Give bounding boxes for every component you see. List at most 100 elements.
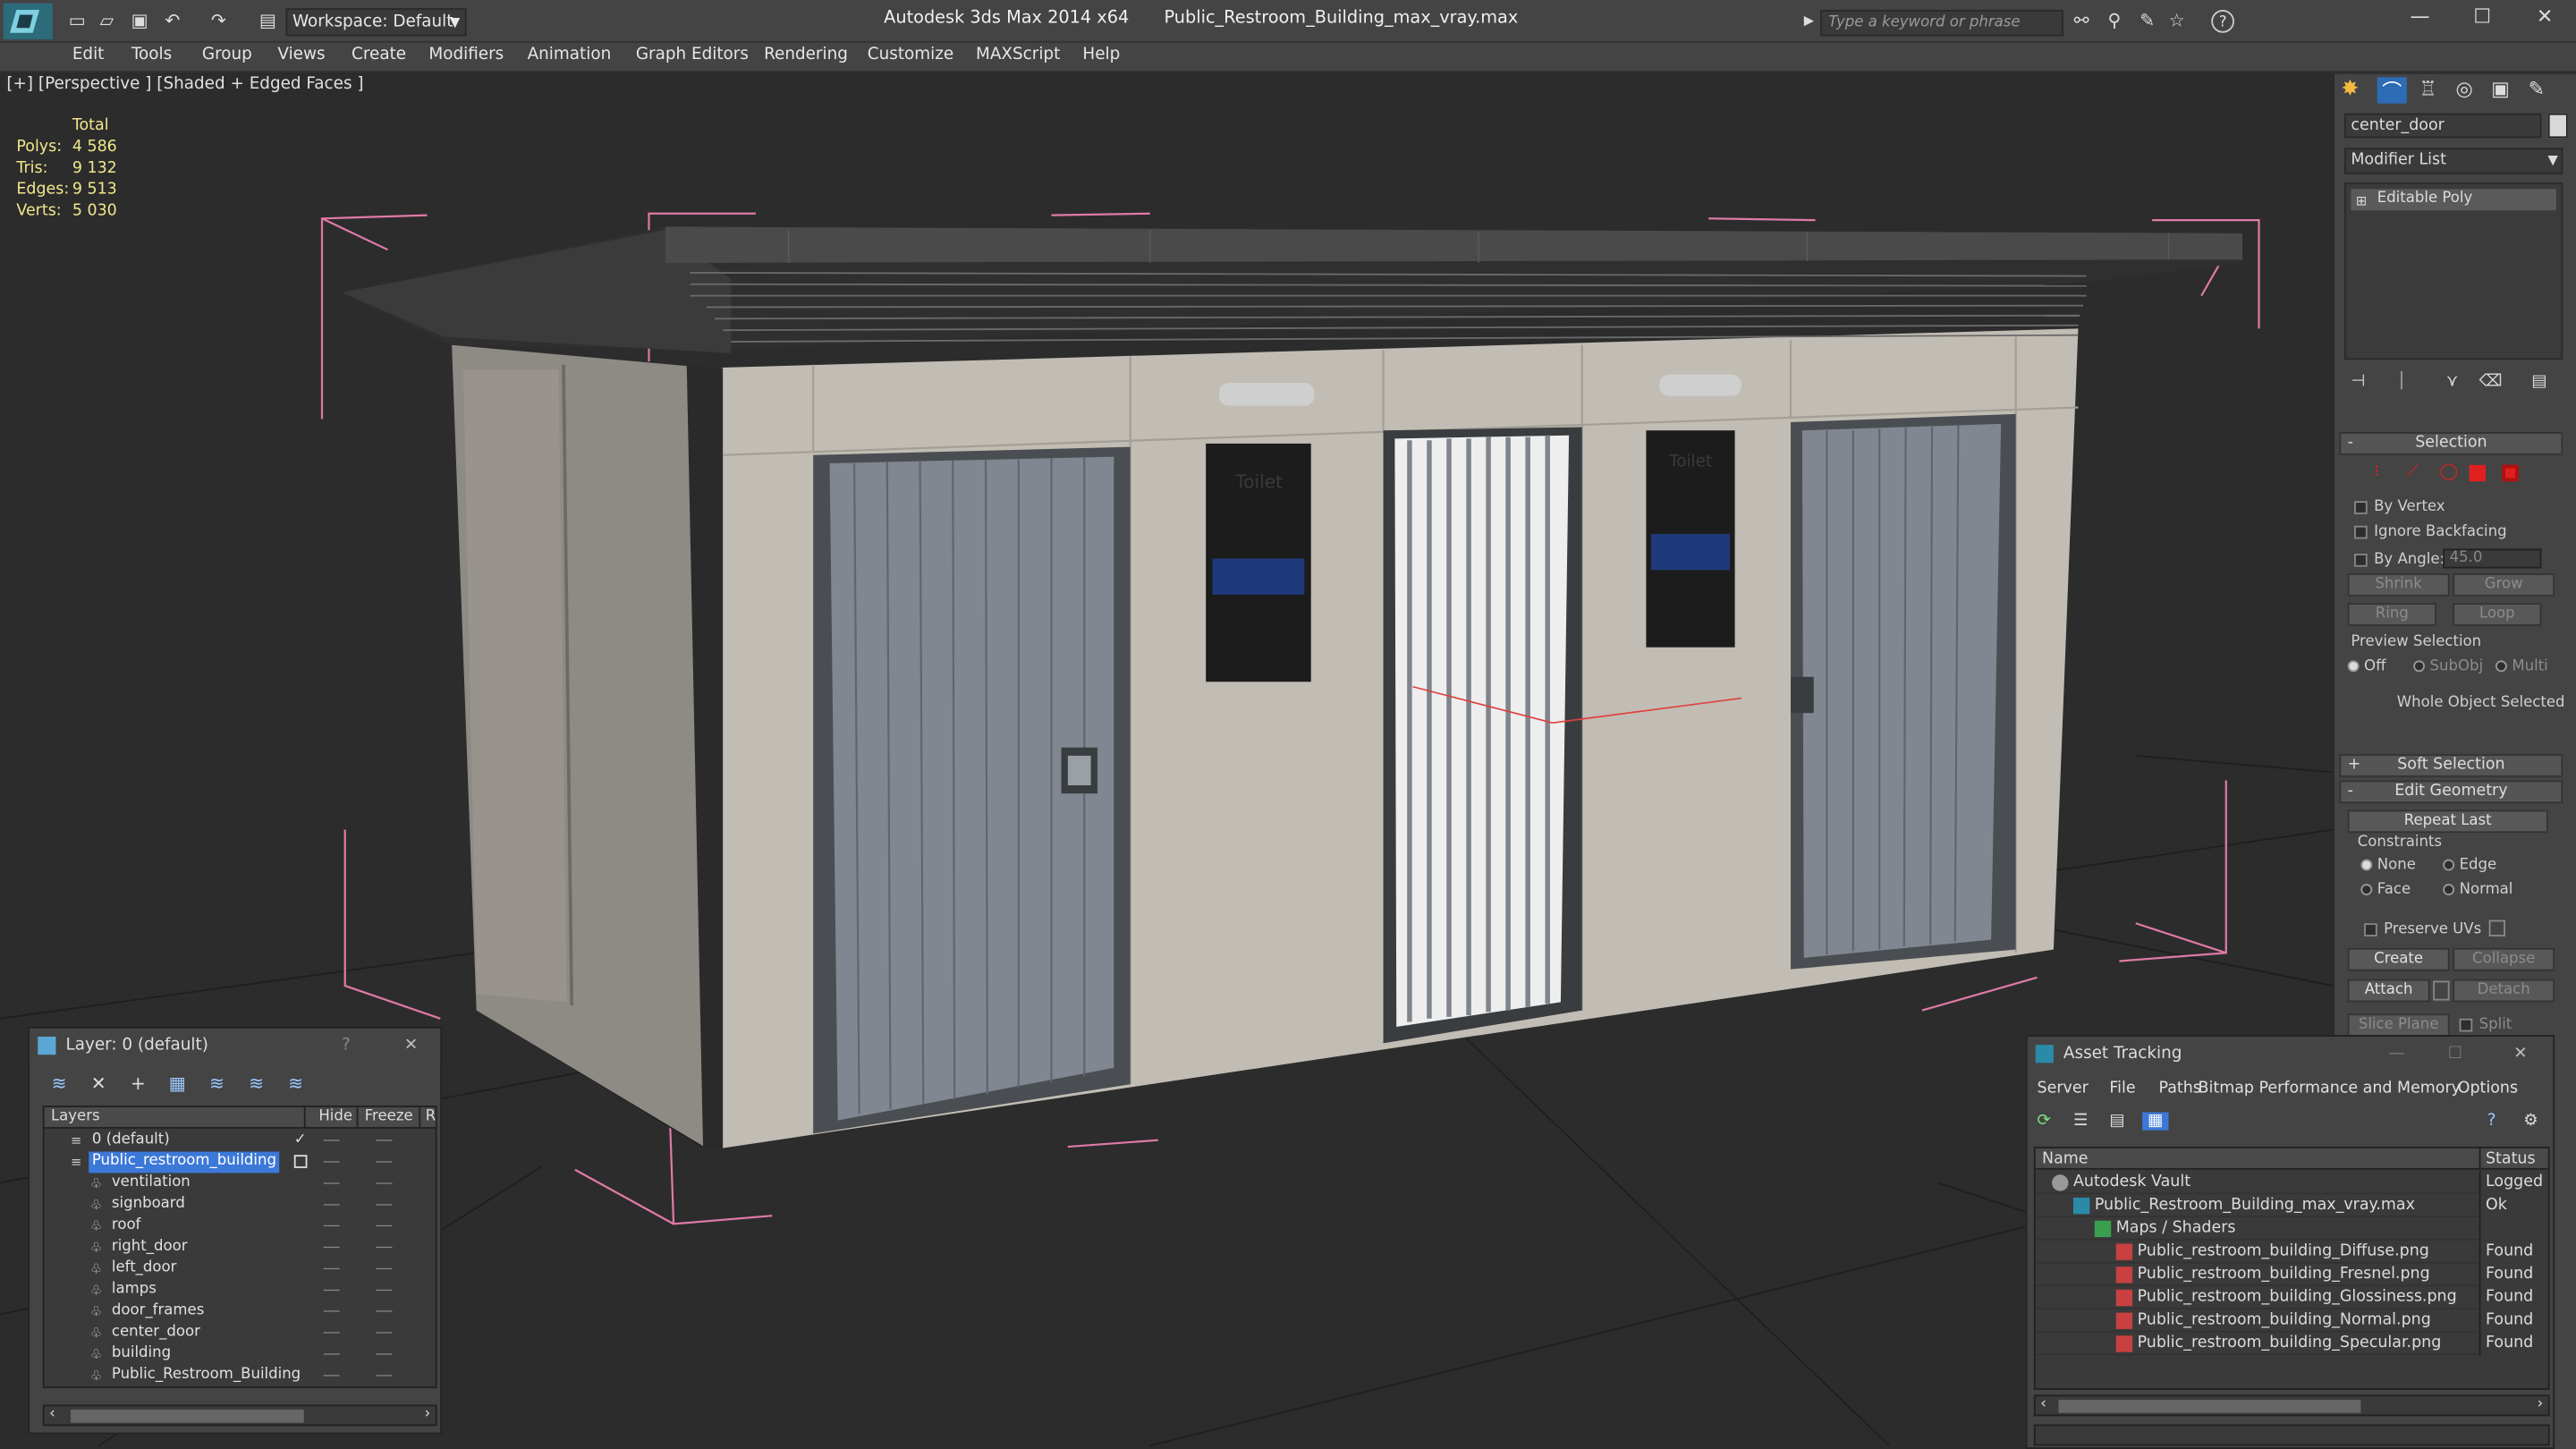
viewport-label[interactable]: [+] [Perspective ] [Shaded + Edged Faces… — [6, 75, 363, 93]
layer-name[interactable]: building — [108, 1343, 174, 1365]
ignore-backfacing-checkbox[interactable]: Ignore Backfacing — [2354, 524, 2507, 540]
layer-row[interactable]: ≡ 0 (default) ── ── ✓ — [45, 1131, 436, 1152]
asset-menu-paths[interactable]: Paths — [2158, 1080, 2200, 1097]
freeze-toggle[interactable]: ── — [377, 1173, 393, 1194]
border-mode-icon[interactable]: ◯ — [2440, 463, 2459, 481]
col-layers[interactable]: Layers — [51, 1107, 100, 1129]
pin-stack-icon[interactable]: ⊣ — [2351, 373, 2365, 391]
asset-row[interactable]: Public_restroom_building_Diffuse.png Foun… — [2035, 1240, 2548, 1264]
freeze-toggle[interactable]: ── — [377, 1365, 393, 1386]
layer-dialog-title-bar[interactable]: Layer: 0 (default) ? ✕ — [30, 1028, 441, 1065]
asset-menu-file[interactable]: File — [2109, 1080, 2135, 1097]
menu-create[interactable]: Create — [352, 46, 406, 64]
attach-button[interactable]: Attach — [2347, 979, 2430, 1003]
scroll-left-icon[interactable]: ‹ — [49, 1406, 55, 1422]
create-button[interactable]: Create — [2347, 947, 2450, 971]
ring-button[interactable]: Ring — [2347, 603, 2436, 626]
preview-subobj-radio[interactable]: SubObj — [2413, 659, 2483, 675]
select-in-layer-icon[interactable]: ▦ — [161, 1072, 194, 1097]
asset-path-field[interactable] — [2033, 1424, 2550, 1446]
loop-button[interactable]: Loop — [2453, 603, 2542, 626]
repeat-last-button[interactable]: Repeat Last — [2347, 809, 2548, 834]
hide-toggle[interactable]: ── — [324, 1280, 340, 1301]
col-render[interactable]: R — [419, 1106, 436, 1129]
constraint-normal-radio[interactable]: Normal — [2443, 882, 2512, 899]
hide-all-icon[interactable]: ≋ — [279, 1072, 312, 1097]
by-vertex-checkbox[interactable]: By Vertex — [2354, 499, 2445, 516]
stack-entry[interactable]: ⊞ Editable Poly — [2351, 189, 2556, 211]
layer-name[interactable]: Public_Restroom_Building — [108, 1365, 304, 1386]
save-file-icon[interactable]: ▣ — [128, 10, 151, 33]
motion-tab-icon[interactable]: ◎ — [2450, 77, 2479, 103]
hide-toggle[interactable]: ── — [324, 1131, 340, 1152]
search-input[interactable]: Type a keyword or phrase — [1820, 10, 2063, 37]
asset-row[interactable]: Public_Restroom_Building_max_vray.max Ok — [2035, 1194, 2548, 1218]
hide-toggle[interactable]: ── — [324, 1258, 340, 1280]
constraint-none-radio[interactable]: None — [2360, 858, 2416, 874]
layer-name[interactable]: center_door — [108, 1323, 203, 1344]
collapse-button[interactable]: Collapse — [2453, 947, 2555, 971]
display-tab-icon[interactable]: ▣ — [2486, 77, 2515, 103]
by-angle-checkbox[interactable]: By Angle: — [2354, 552, 2445, 569]
star-icon[interactable]: ☆ — [2165, 10, 2189, 33]
tree-view-icon[interactable]: ▤ — [2109, 1112, 2124, 1130]
workspace-dropdown[interactable]: Workspace: Default ▼ — [285, 8, 467, 37]
asset-row[interactable]: Public_restroom_building_Specular.png Fou… — [2035, 1332, 2548, 1356]
freeze-toggle[interactable]: ── — [377, 1343, 393, 1365]
layer-row[interactable]: ♧ Public_Restroom_Building ── ── — [45, 1365, 436, 1386]
tools-icon[interactable]: ✎ — [2136, 10, 2159, 33]
layer-row[interactable]: ♧ center_door ── ── — [45, 1323, 436, 1344]
configure-sets-icon[interactable]: ▤ — [2531, 373, 2546, 391]
angle-spinner[interactable]: 45.0 — [2443, 548, 2542, 569]
layer-horizontal-scrollbar[interactable]: ‹ › — [42, 1404, 437, 1427]
help-icon[interactable]: ? — [2211, 10, 2234, 33]
key-icon[interactable]: ⚲ — [2103, 10, 2126, 33]
scrollbar-thumb[interactable] — [2058, 1399, 2361, 1413]
set-current-layer-icon[interactable]: ≋ — [240, 1072, 273, 1097]
layer-name[interactable]: ventilation — [108, 1173, 193, 1194]
menu-customize[interactable]: Customize — [868, 46, 953, 64]
close-icon[interactable]: ✕ — [2513, 1037, 2527, 1072]
freeze-toggle[interactable]: ── — [377, 1237, 393, 1258]
asset-menu-options[interactable]: Options — [2458, 1080, 2518, 1097]
layer-name[interactable]: Public_restroom_building — [89, 1151, 280, 1174]
asset-row[interactable]: Public_restroom_building_Normal.png Found — [2035, 1309, 2548, 1333]
project-folder-icon[interactable]: ▤ — [257, 10, 280, 33]
binoculars-icon[interactable]: ⚯ — [2070, 10, 2093, 33]
menu-group[interactable]: Group — [202, 46, 252, 64]
detach-button[interactable]: Detach — [2453, 979, 2555, 1003]
maximize-icon[interactable]: ☐ — [2458, 5, 2507, 35]
asset-row[interactable]: Maps / Shaders — [2035, 1217, 2548, 1241]
hide-toggle[interactable]: ── — [324, 1152, 340, 1174]
layer-name[interactable]: signboard — [108, 1194, 188, 1216]
search-expand-icon[interactable]: ▶ — [1804, 13, 1814, 29]
hide-toggle[interactable]: ── — [324, 1365, 340, 1386]
add-layer-icon[interactable]: + — [122, 1072, 155, 1097]
col-hide[interactable]: Hide — [303, 1106, 352, 1129]
layer-row[interactable]: ♧ ventilation ── ── — [45, 1173, 436, 1194]
hide-toggle[interactable]: ── — [324, 1216, 340, 1237]
edge-mode-icon[interactable]: ⟋ — [2407, 463, 2419, 481]
utilities-tab-icon[interactable]: ✎ — [2521, 77, 2551, 103]
object-color-swatch[interactable] — [2547, 113, 2568, 139]
slice-plane-button[interactable]: Slice Plane — [2347, 1013, 2450, 1037]
create-tab-icon[interactable]: ✸ — [2341, 77, 2370, 103]
freeze-toggle[interactable]: ── — [377, 1131, 393, 1152]
layer-row[interactable]: ♧ building ── ── — [45, 1343, 436, 1365]
layer-row[interactable]: ≡ Public_restroom_building ── ── — [45, 1151, 436, 1174]
hierarchy-tab-icon[interactable]: ♖ — [2413, 77, 2443, 103]
menu-tools[interactable]: Tools — [131, 46, 172, 64]
layer-row[interactable]: ♧ roof ── ── — [45, 1216, 436, 1237]
col-freeze[interactable]: Freeze — [356, 1106, 416, 1129]
menu-views[interactable]: Views — [277, 46, 325, 64]
constraint-face-radio[interactable]: Face — [2360, 882, 2411, 899]
redo-icon[interactable]: ↷ — [207, 10, 230, 33]
scroll-right-icon[interactable]: › — [2538, 1396, 2544, 1412]
new-file-icon[interactable]: ▭ — [65, 10, 89, 33]
asset-row[interactable]: Public_restroom_building_Fresnel.png Foun… — [2035, 1263, 2548, 1287]
menu-edit[interactable]: Edit — [72, 46, 105, 64]
col-status[interactable]: Status — [2479, 1148, 2548, 1170]
help-icon[interactable]: ? — [342, 1029, 351, 1064]
preview-multi-radio[interactable]: Multi — [2495, 659, 2548, 675]
menu-help[interactable]: Help — [1082, 46, 1120, 64]
